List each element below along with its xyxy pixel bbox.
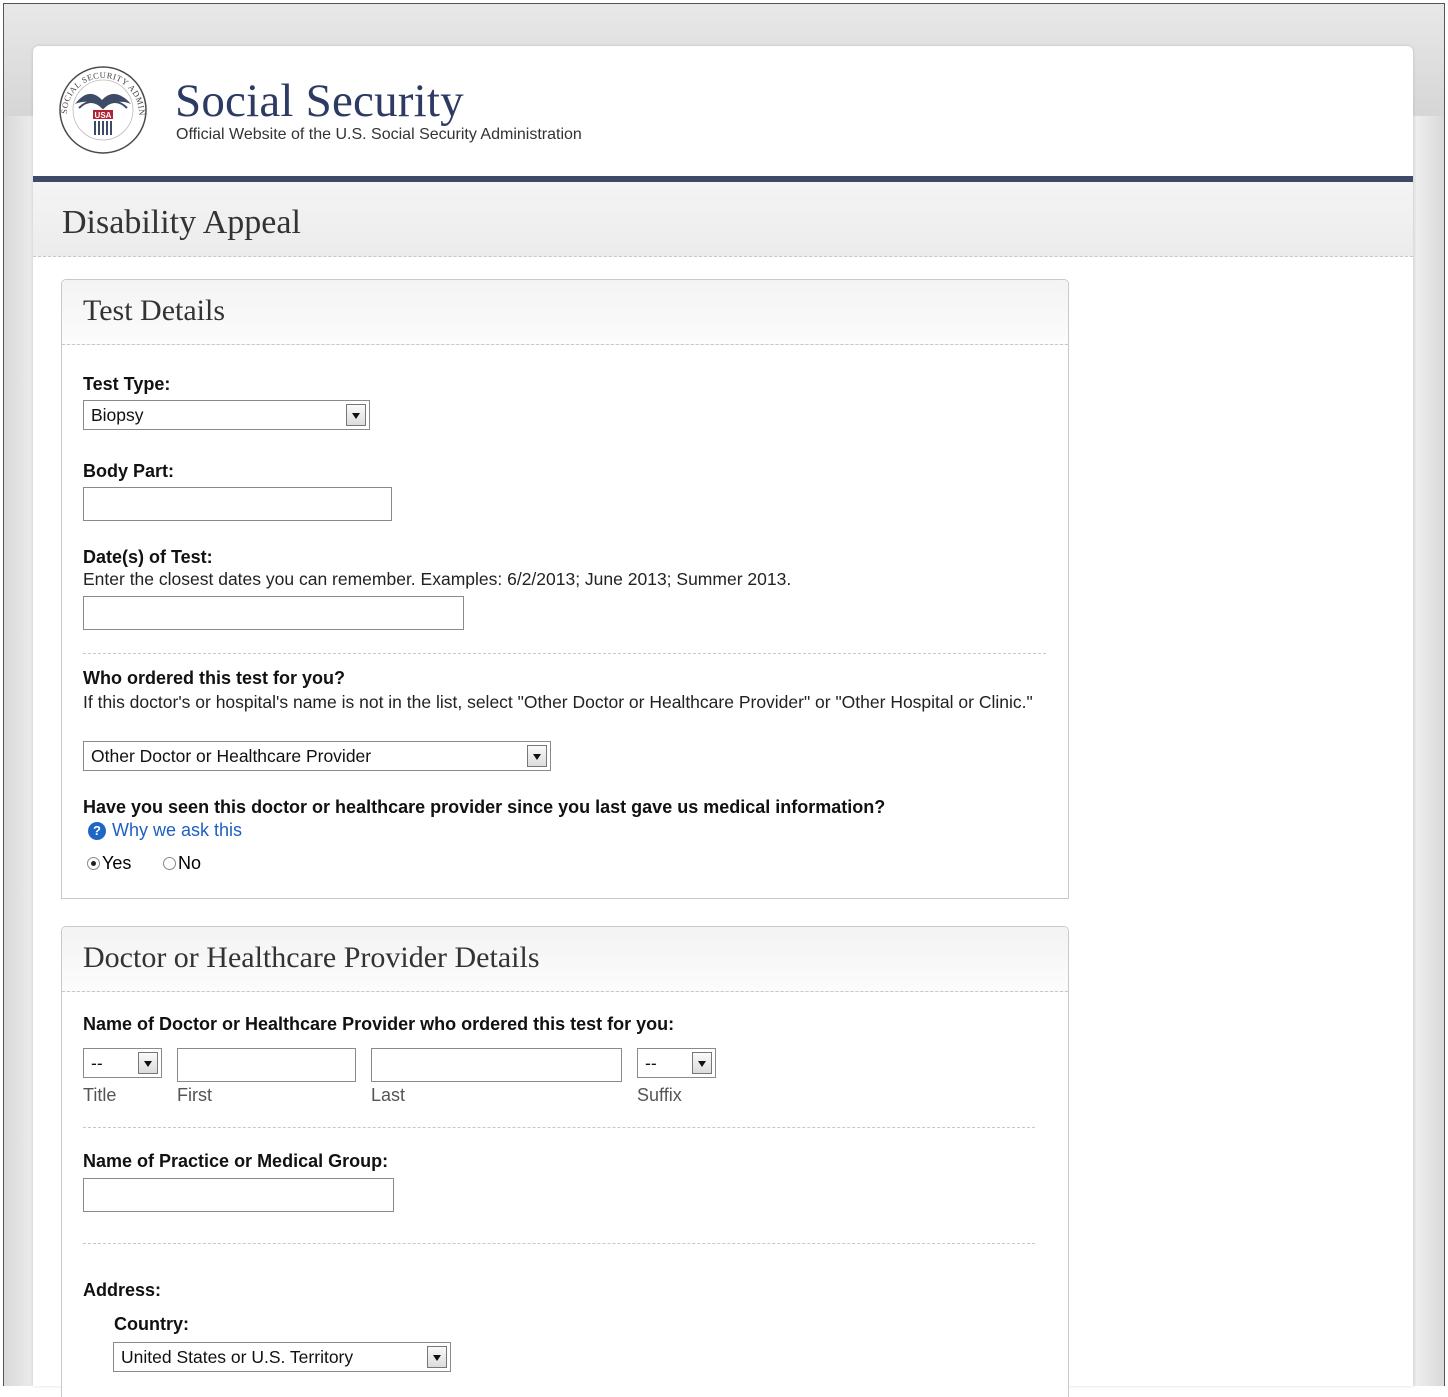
site-header: USA SOCIAL SECURITY ADMINISTRATION Socia… bbox=[33, 46, 1413, 182]
ordered-by-select[interactable]: Other Doctor or Healthcare Provider bbox=[83, 741, 551, 771]
last-name-input[interactable] bbox=[371, 1048, 622, 1082]
test-details-title: Test Details bbox=[83, 294, 226, 327]
chevron-down-icon bbox=[427, 1346, 447, 1368]
left-shadow bbox=[4, 116, 36, 1386]
ordered-by-label: Who ordered this test for you? bbox=[83, 668, 346, 688]
ordered-by-hint: If this doctor's or hospital's name is n… bbox=[83, 692, 1033, 712]
country-select[interactable]: United States or U.S. Territory bbox=[113, 1342, 451, 1372]
name-title-select[interactable]: -- bbox=[83, 1048, 162, 1078]
page-title: Disability Appeal bbox=[62, 204, 301, 241]
chevron-down-icon bbox=[138, 1052, 158, 1074]
test-type-label: Test Type: bbox=[83, 374, 171, 394]
test-type-select[interactable]: Biopsy bbox=[83, 400, 370, 430]
why-we-ask-link[interactable]: Why we ask this bbox=[112, 820, 242, 841]
dates-label: Date(s) of Test: bbox=[83, 547, 213, 567]
body-part-input[interactable] bbox=[83, 487, 392, 521]
ordered-by-value: Other Doctor or Healthcare Provider bbox=[91, 746, 372, 766]
provider-details-header: Doctor or Healthcare Provider Details bbox=[62, 927, 1068, 992]
site-subtitle: Official Website of the U.S. Social Secu… bbox=[176, 126, 582, 143]
page-container: USA SOCIAL SECURITY ADMINISTRATION Socia… bbox=[33, 46, 1413, 1397]
name-suffix-value: -- bbox=[645, 1053, 657, 1073]
ssa-seal-logo: USA SOCIAL SECURITY ADMINISTRATION bbox=[55, 64, 147, 154]
body-part-label: Body Part: bbox=[83, 461, 175, 481]
provider-details-panel: Doctor or Healthcare Provider Details Na… bbox=[61, 926, 1069, 1397]
page-heading-band: Disability Appeal bbox=[33, 182, 1413, 257]
seal-usa-text: USA bbox=[95, 111, 112, 120]
help-question-icon[interactable]: ? bbox=[88, 822, 106, 840]
practice-label: Name of Practice or Medical Group: bbox=[83, 1151, 389, 1171]
country-value: United States or U.S. Territory bbox=[121, 1347, 354, 1367]
site-title[interactable]: Social Security bbox=[175, 74, 464, 128]
name-suffix-select[interactable]: -- bbox=[637, 1048, 716, 1078]
last-caption: Last bbox=[371, 1085, 406, 1105]
suffix-caption: Suffix bbox=[637, 1085, 682, 1105]
first-caption: First bbox=[177, 1085, 212, 1105]
chevron-down-icon bbox=[527, 745, 547, 767]
title-caption: Title bbox=[83, 1085, 117, 1105]
first-name-input[interactable] bbox=[177, 1048, 356, 1082]
test-details-header: Test Details bbox=[62, 280, 1068, 345]
section-divider bbox=[83, 1243, 1035, 1244]
practice-input[interactable] bbox=[83, 1178, 394, 1212]
dates-input[interactable] bbox=[83, 596, 464, 630]
provider-name-label: Name of Doctor or Healthcare Provider wh… bbox=[83, 1014, 675, 1034]
seen-no-radio[interactable] bbox=[163, 857, 176, 870]
name-title-value: -- bbox=[91, 1053, 103, 1073]
section-divider bbox=[83, 1127, 1035, 1128]
right-shadow bbox=[1416, 116, 1444, 1386]
country-label: Country: bbox=[114, 1314, 189, 1334]
section-divider bbox=[83, 653, 1046, 654]
dates-hint: Enter the closest dates you can remember… bbox=[83, 569, 792, 589]
test-type-value: Biopsy bbox=[91, 405, 144, 425]
seen-yes-label[interactable]: Yes bbox=[102, 853, 131, 874]
seen-no-label[interactable]: No bbox=[178, 853, 201, 874]
chevron-down-icon bbox=[346, 404, 366, 426]
test-details-panel: Test Details Test Type: Biopsy Body Part… bbox=[61, 279, 1069, 899]
provider-details-title: Doctor or Healthcare Provider Details bbox=[83, 941, 540, 974]
seen-yes-radio[interactable] bbox=[87, 857, 100, 870]
address-label: Address: bbox=[83, 1280, 162, 1300]
chevron-down-icon bbox=[692, 1052, 712, 1074]
seen-since-label: Have you seen this doctor or healthcare … bbox=[83, 797, 886, 817]
